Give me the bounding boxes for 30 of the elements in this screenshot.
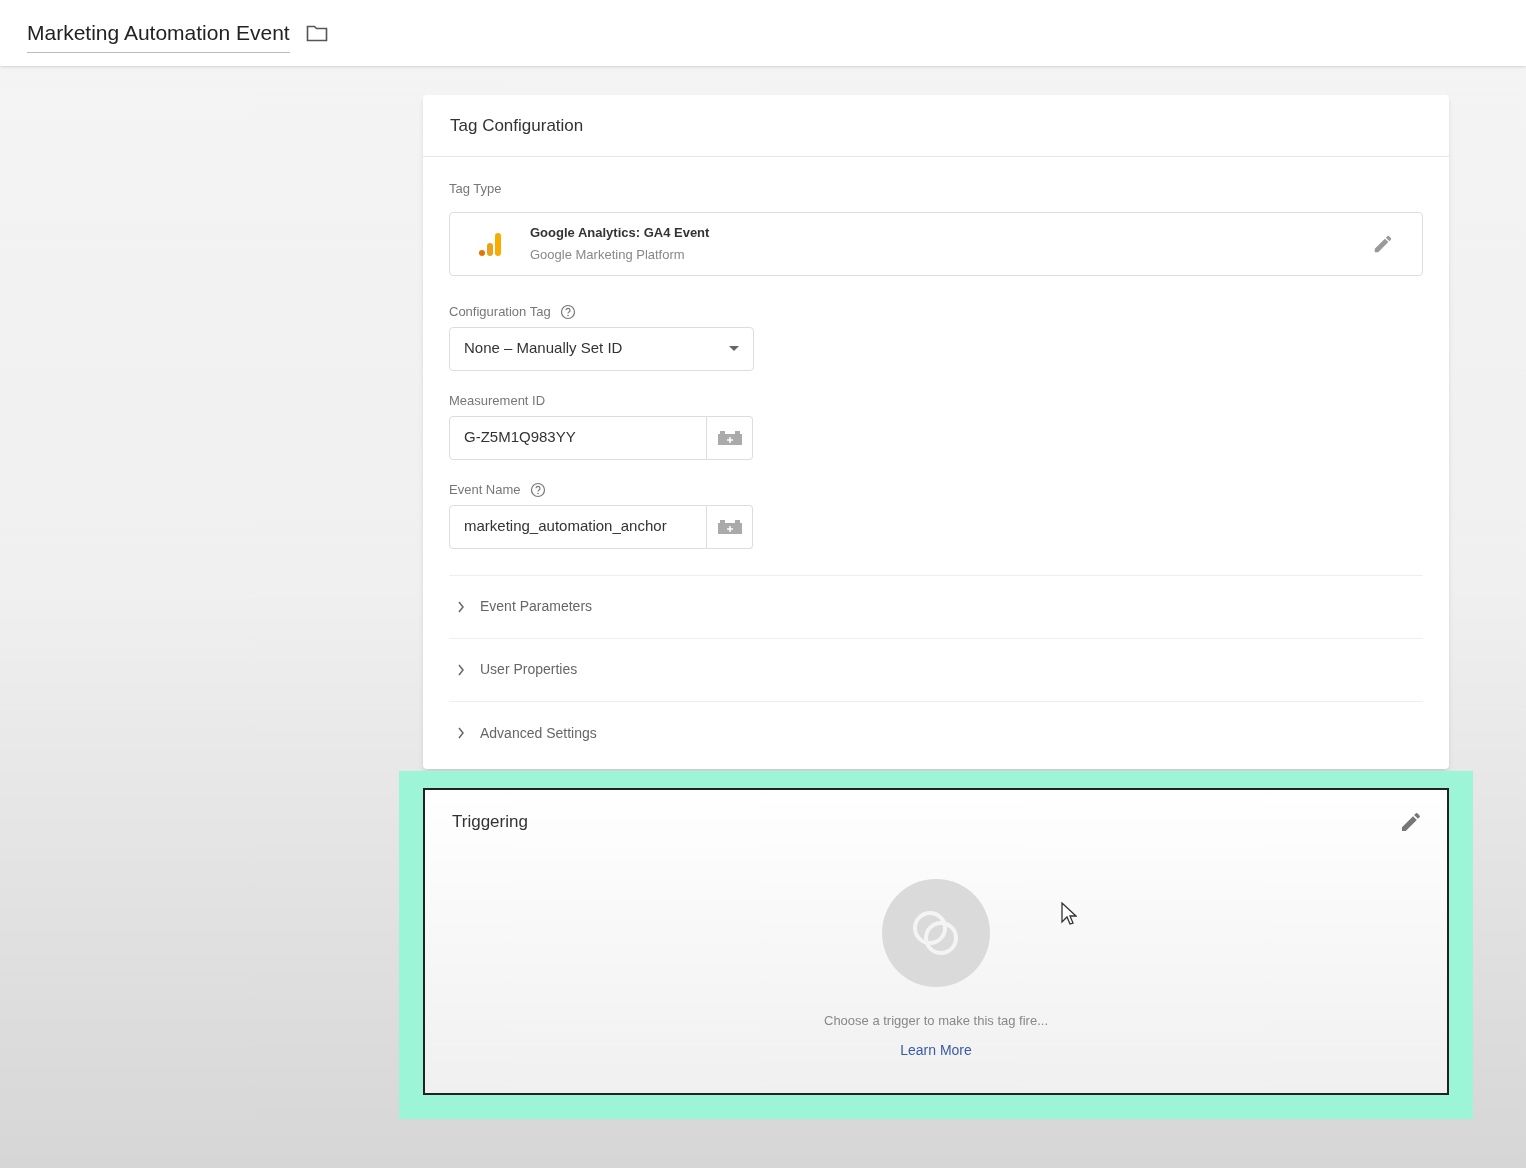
help-icon[interactable] — [559, 303, 576, 320]
tag-type-subtitle: Google Marketing Platform — [530, 245, 686, 264]
learn-more-link[interactable]: Learn More — [900, 1040, 972, 1061]
trigger-placeholder-icon — [882, 878, 990, 987]
folder-icon[interactable] — [305, 24, 328, 42]
section-toggle[interactable]: Event Parameters — [449, 575, 1423, 639]
bar-chart-icon — [478, 230, 502, 257]
text-input[interactable]: G-Z5M1Q983YY — [449, 415, 707, 460]
mouse-cursor-icon — [1061, 901, 1077, 926]
field-label: Event Name — [449, 480, 521, 499]
section-toggle[interactable]: User Properties — [449, 638, 1423, 702]
variable-picker-icon — [716, 429, 743, 446]
dropdown-arrow-icon — [729, 346, 739, 351]
field-label: Tag Type — [449, 180, 503, 198]
field-label: Measurement ID — [449, 391, 546, 410]
configuration-dropdown[interactable]: None – Manually Set ID — [449, 326, 754, 371]
variable-picker-icon — [716, 518, 743, 535]
card-title: Tag Configuration — [450, 114, 584, 137]
empty-message: Choose a trigger to make this tag fire... — [824, 1011, 1048, 1030]
section-toggle[interactable]: Advanced Settings — [449, 701, 1423, 765]
field-label: Configuration Tag — [449, 302, 551, 321]
dropdown-value: None – Manually Set ID — [464, 338, 623, 359]
text-input[interactable]: marketing_automation_anchor — [449, 504, 707, 549]
tag-name[interactable]: Marketing Automation Event — [27, 16, 290, 54]
card-title: Triggering — [452, 810, 528, 833]
variable-picker-button[interactable] — [707, 415, 753, 460]
tag-type-selector[interactable]: Google Analytics: GA4 Event Google Marketing Platform — [449, 211, 1423, 276]
tag-type-name: Google Analytics: GA4 Event — [530, 224, 710, 242]
variable-picker-button[interactable] — [707, 504, 753, 549]
help-icon[interactable] — [529, 481, 546, 498]
